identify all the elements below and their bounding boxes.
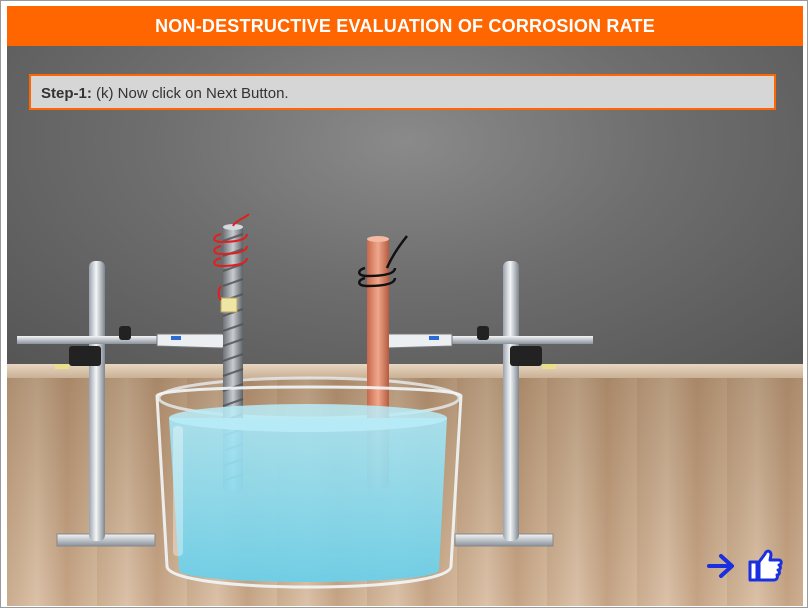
glass-beaker <box>155 385 463 589</box>
arrow-right-icon[interactable] <box>707 552 737 580</box>
hand-pointer-icon[interactable] <box>745 546 783 584</box>
page-title: NON-DESTRUCTIVE EVALUATION OF CORROSION … <box>7 6 803 46</box>
experiment-apparatus <box>17 213 593 589</box>
lab-scene: Step-1: (k) Now click on Next Button. <box>7 46 803 606</box>
app-window: NON-DESTRUCTIVE EVALUATION OF CORROSION … <box>0 0 808 608</box>
navigation-controls <box>707 546 787 586</box>
